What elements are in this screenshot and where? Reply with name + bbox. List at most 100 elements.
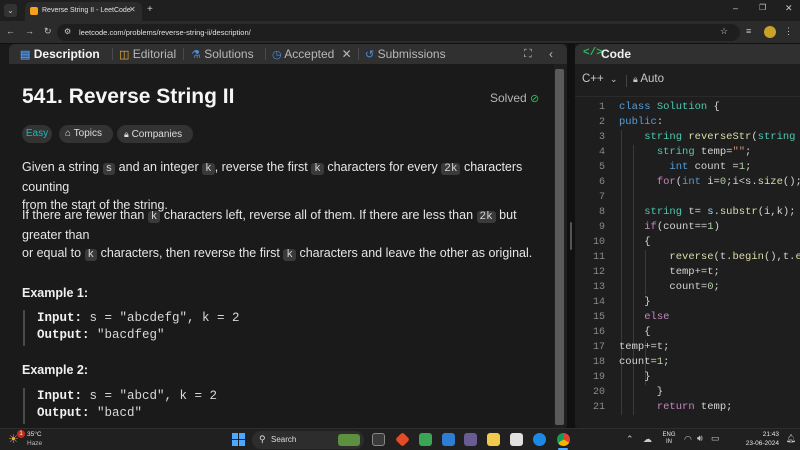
line-number: 11 [592,252,605,263]
clock[interactable]: 21:43 23-06-2024 [733,431,779,447]
code-editor[interactable]: 1 2 3 4 5 6 7 8 9 10 11 12 13 14 15 16 1… [575,100,800,428]
topics-button[interactable]: ⌂ Topics [59,125,113,143]
line-number: 7 [598,192,605,203]
windows-taskbar: ☀ 1 35°C Haze ⚲ Search ⌃ ☁ ENG IN ◠ 🔊︎ ▭… [0,428,800,450]
scrollbar-thumb[interactable] [555,69,564,425]
example-output: Output: "bacd" [25,405,217,422]
output-value: "bacd" [89,406,143,420]
close-tab-icon[interactable]: ✕ [129,6,136,14]
line-number: 4 [598,147,605,158]
forward-icon[interactable]: → [25,27,34,36]
tab-solutions[interactable]: ⚗ Solutions [191,44,254,64]
tab-accepted[interactable]: ◷ Accepted ✕ [272,44,352,64]
text: , reverse the first [214,160,312,174]
code-line: class Solution { [619,101,720,113]
line-number: 3 [598,132,605,143]
new-tab-icon[interactable]: + [147,5,153,15]
app-icon-green[interactable] [419,433,432,446]
notification-badge: 1 [17,430,25,438]
code-inline: k [283,249,296,261]
output-value: "bacdfeg" [89,328,165,342]
task-view-icon[interactable] [372,433,385,446]
battery-icon[interactable]: ▭ [711,434,720,443]
close-accepted-icon[interactable]: ✕ [342,47,352,61]
reload-icon[interactable]: ↻ [44,27,52,36]
tab-submissions[interactable]: ↺ Submissions [365,44,446,64]
app-icon-photos[interactable] [464,433,477,446]
app-icon-dev[interactable] [395,432,410,447]
media-control-icon[interactable]: ≡ [746,27,751,36]
divider [626,75,627,87]
edge-browser-icon[interactable] [533,433,546,446]
example-heading: Example 1: [22,286,89,300]
search-label: Search [271,435,297,444]
code-line: temp+=t; [619,341,670,353]
example-input: Input: s = "abcd", k = 2 [25,388,217,405]
tab-list-icon[interactable]: ⌄ [4,4,17,17]
text: characters left, reverse all of them. If… [160,208,477,222]
profile-avatar[interactable] [764,26,776,38]
maximize-panel-icon[interactable]: ⛶ [524,49,532,60]
text: characters, then reverse the first [97,246,284,260]
line-number: 19 [592,372,605,383]
wifi-icon[interactable]: ◠ [684,435,692,444]
solved-status: Solved ⊘ [490,91,539,105]
code-line: else [644,311,670,323]
tab-editorial[interactable]: ◫ Editorial [119,44,176,64]
app-icon-snip[interactable] [442,433,455,446]
site-info-icon[interactable]: ⚙ [64,28,71,36]
taskbar-search[interactable]: ⚲ Search [252,431,364,449]
search-highlight-icon [338,434,360,446]
tab-description[interactable]: ▤ Description [20,44,100,64]
leetcode-favicon-icon [30,7,38,15]
notifications-bell-icon[interactable]: 🔔︎ [786,435,796,443]
minimize-icon[interactable]: – [733,4,738,13]
url-field[interactable]: ⚙ leetcode.com/problems/reverse-string-i… [57,24,740,41]
code-line: reverse(t.begin(),t.end [669,251,800,263]
clock-time: 21:43 [762,431,779,438]
problem-panel: ▤ Description ◫ Editorial ⚗ Solutions ◷ … [9,44,567,428]
app-icon-store[interactable] [510,433,523,446]
browser-menu-icon[interactable]: ⋮ [784,27,793,36]
line-number: 15 [592,312,605,323]
problem-title: 541. Reverse String II [22,85,235,108]
tab-divider [358,48,359,60]
code-line: return temp; [656,401,733,413]
code-inline: k [147,211,161,223]
companies-label: Companies [131,129,183,140]
file-explorer-icon[interactable] [487,433,500,446]
line-number: 6 [598,177,605,188]
code-inline: 2k [476,211,496,223]
weather-widget[interactable]: ☀ 1 35°C Haze [6,430,66,449]
weather-temp: 35°C [27,431,42,438]
code-inline: 2k [441,163,461,175]
windows-start-icon[interactable] [232,433,245,446]
tray-chevron-up-icon[interactable]: ⌃ [626,435,634,444]
browser-tab[interactable]: Reverse String II - LeetCode ✕ [25,2,142,21]
panel-resize-handle[interactable] [567,44,575,428]
chrome-browser-icon[interactable] [557,433,570,446]
language-indicator[interactable]: ENG IN [660,432,678,445]
line-number: 16 [592,327,605,338]
back-icon[interactable]: ← [6,27,15,36]
language-code: ENG [662,432,676,438]
check-circle-icon: ⊘ [530,93,540,105]
input-value: s = "abcdefg", k = 2 [82,311,240,325]
companies-button[interactable]: 🔒︎ Companies [117,125,193,143]
volume-icon[interactable]: 🔊︎ [697,434,703,443]
input-label: Input: [37,311,83,325]
close-window-icon[interactable]: ✕ [785,4,793,13]
code-inline: k [84,249,98,261]
difficulty-badge: Easy [22,125,52,143]
example-heading: Example 2: [22,363,89,377]
bookmark-star-icon[interactable]: ☆ [720,27,728,36]
line-number: 5 [598,162,605,173]
tray-app-icon[interactable]: ☁ [643,435,652,444]
input-value: s = "abcd", k = 2 [82,389,218,403]
restore-icon[interactable]: ❐ [759,4,766,12]
line-number: 18 [592,357,605,368]
language-select[interactable]: C++ ⌄ [582,73,618,85]
auto-mode-toggle[interactable]: 🔒︎ Auto [633,73,664,85]
clock-date: 23-06-2024 [745,440,779,447]
collapse-panel-icon[interactable]: ‹ [549,48,553,60]
